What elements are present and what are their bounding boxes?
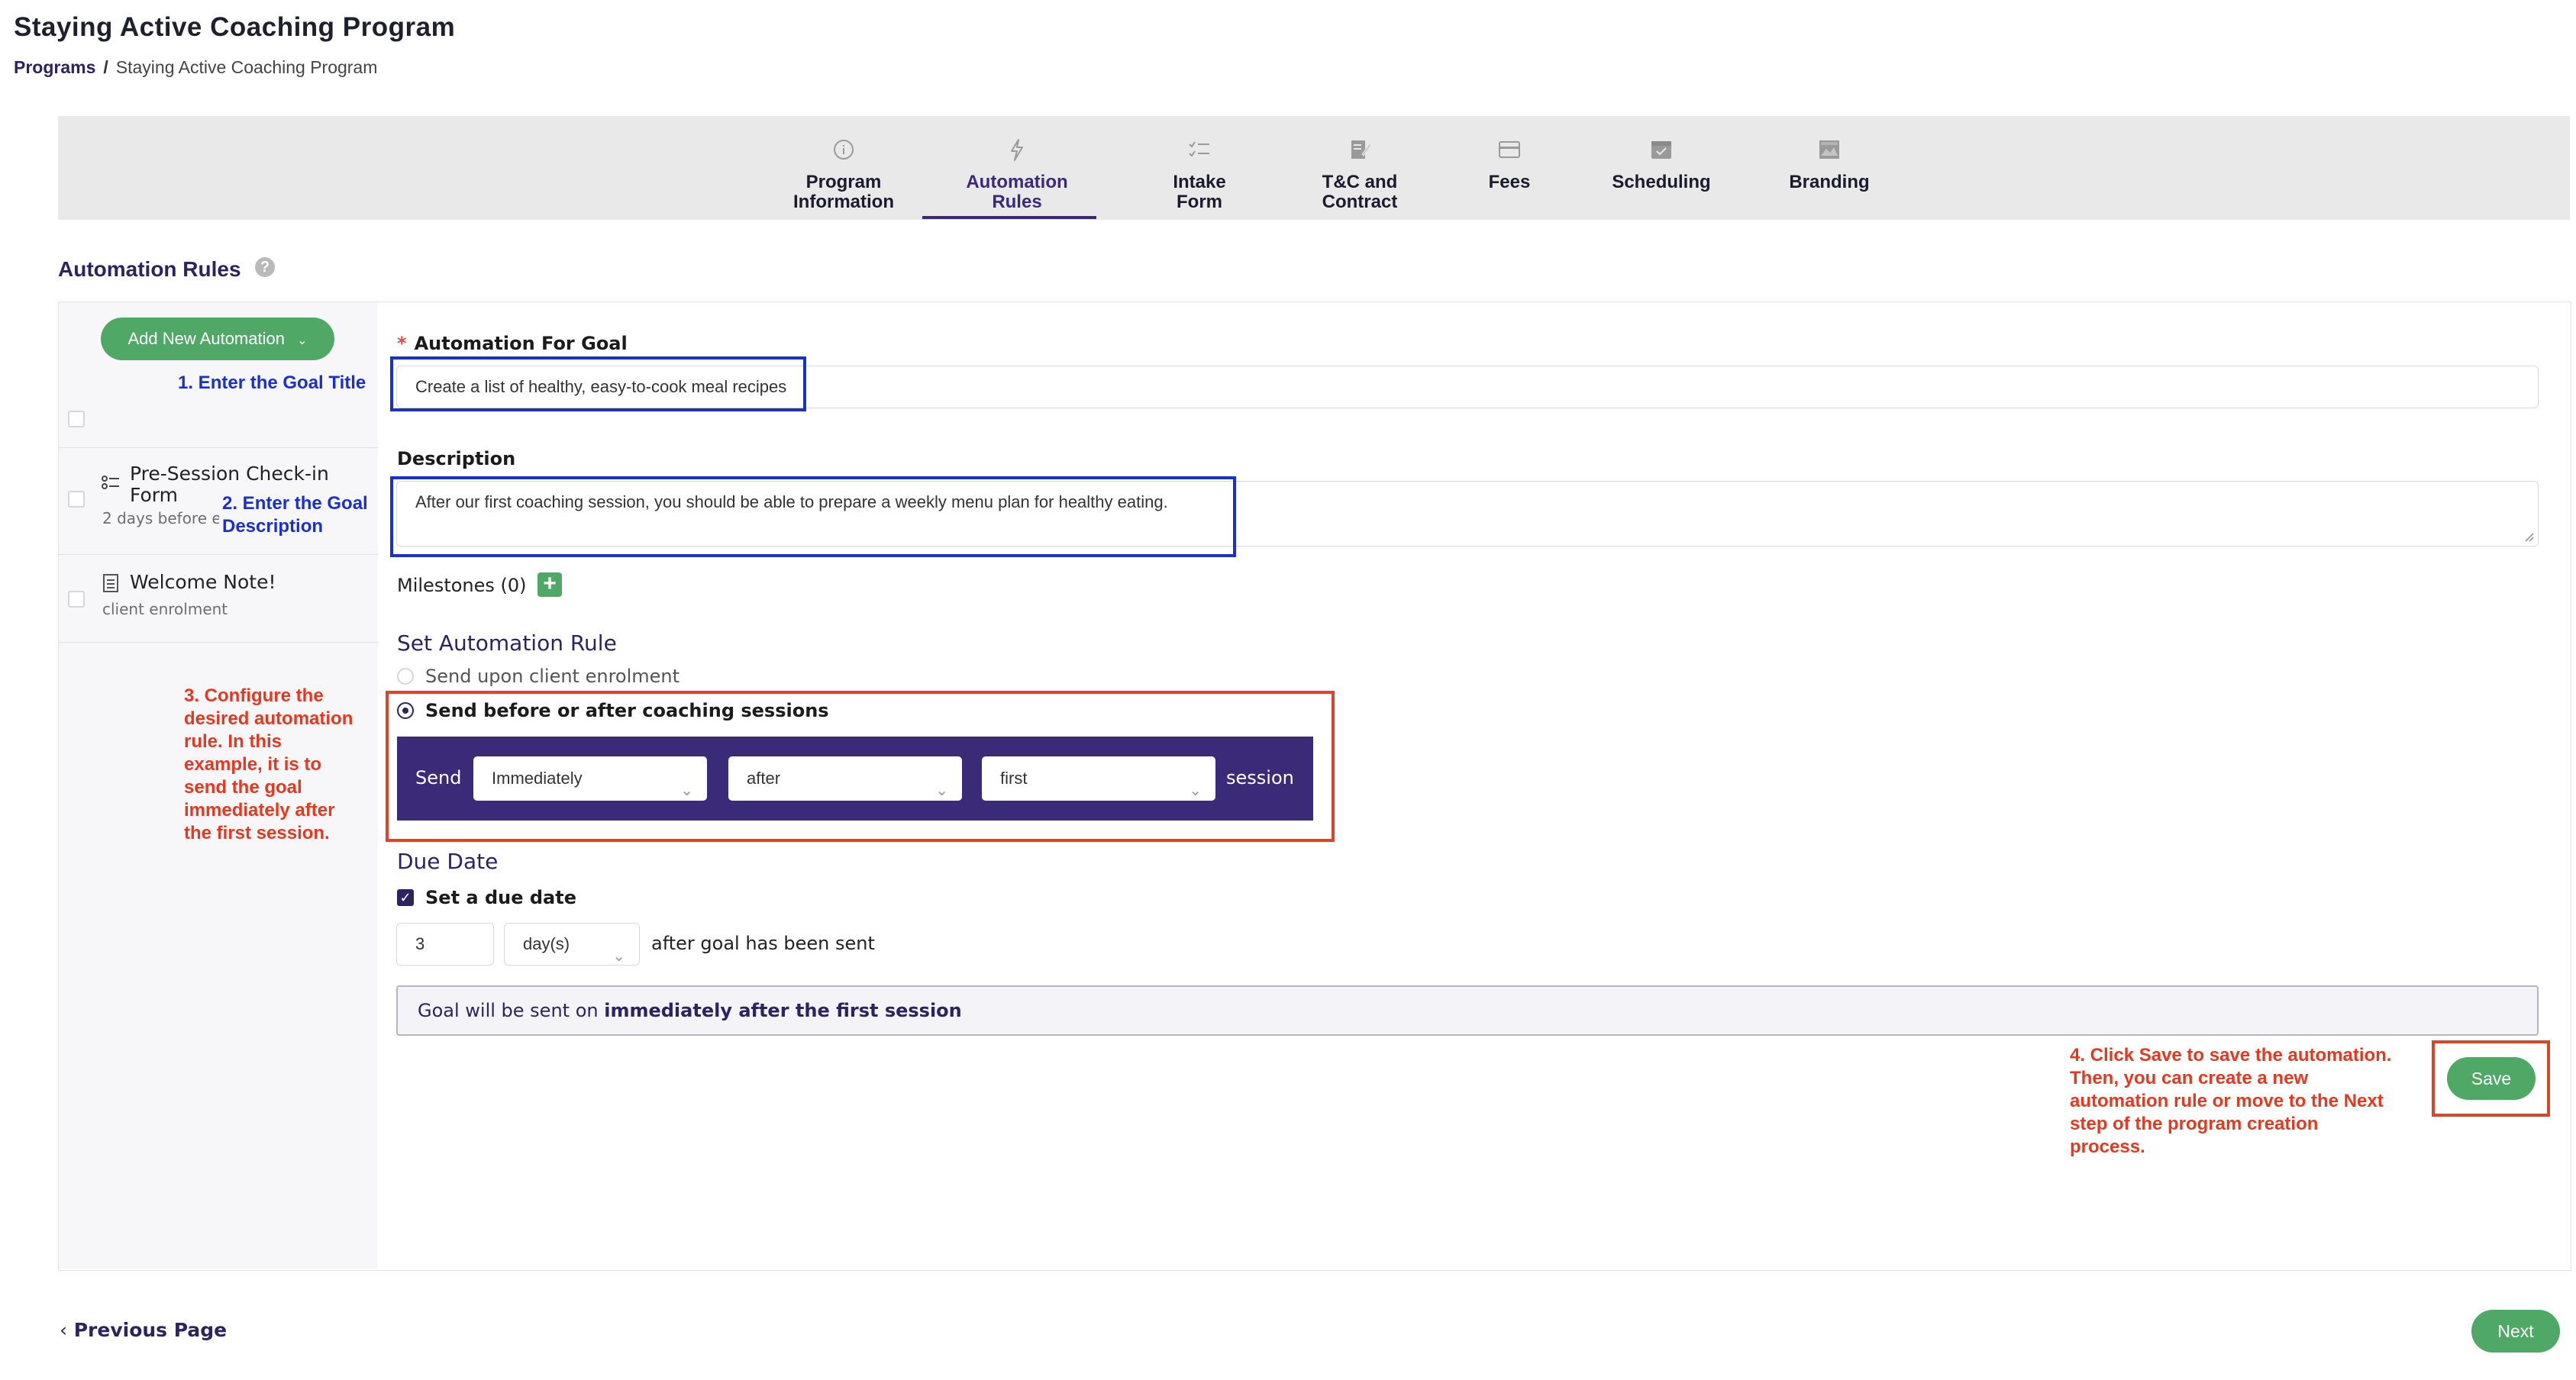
breadcrumb-separator: /	[103, 57, 108, 77]
tab-branding[interactable]: Branding	[1761, 137, 1898, 192]
previous-page-link[interactable]: ‹ Previous Page	[60, 1319, 227, 1341]
annotation-step-4-line: 4. Click Save to save the automation.	[2070, 1045, 2392, 1066]
section-title: Automation Rules	[58, 257, 241, 281]
card-icon	[1499, 141, 1520, 158]
sidebar-item-title: Pre-Session Check-in	[130, 463, 329, 485]
sidebar-item-checkbox[interactable]	[68, 491, 85, 508]
tab-fees[interactable]: Fees	[1464, 137, 1555, 192]
chevron-down-icon: ⌄	[612, 948, 625, 965]
annotation-step-3-line: the first session.	[184, 823, 330, 843]
image-icon	[1819, 140, 1839, 159]
annotation-step-2-line2: Description	[222, 516, 324, 537]
summary-prefix: Goal will be sent on	[418, 1000, 605, 1021]
tab-automation-rules[interactable]: Automation Rules	[922, 137, 1112, 212]
annotation-step-4-line: process.	[2070, 1137, 2145, 1157]
tab-label-line2: Contract	[1322, 192, 1398, 212]
tab-label-line1: Program	[805, 172, 882, 192]
tab-intake-form[interactable]: Intake Form	[1135, 137, 1264, 212]
sidebar-divider	[59, 642, 378, 643]
annotation-step-3-line: 3. Configure the	[184, 685, 324, 706]
tab-label-line1: T&C and	[1322, 172, 1398, 192]
sidebar-item-checkbox[interactable]	[68, 591, 85, 608]
add-milestone-button[interactable]: +	[537, 572, 562, 597]
tab-label-line1: Automation	[966, 172, 1068, 192]
lightning-icon	[1011, 139, 1023, 161]
note-icon	[103, 574, 118, 592]
resize-handle-icon[interactable]	[2522, 530, 2534, 542]
checklist-icon	[1189, 141, 1209, 157]
annotation-step-3-line: rule. In this	[184, 731, 282, 752]
help-icon[interactable]: ?	[255, 257, 275, 277]
annotation-step-4-line: Then, you can create a new	[2070, 1068, 2309, 1088]
breadcrumb-current: Staying Active Coaching Program	[115, 57, 378, 77]
summary-bold: immediately after the first session	[604, 1000, 962, 1021]
chevron-down-icon: ⌄	[297, 334, 308, 347]
tab-label-line2: Form	[1177, 192, 1222, 212]
annotation-step-2-line1: 2. Enter the Goal	[222, 493, 368, 514]
annotation-step-2: 2. Enter the Goal Description	[219, 492, 371, 538]
tab-label-line1: Branding	[1789, 172, 1870, 192]
previous-page-label: Previous Page	[73, 1319, 228, 1341]
annotation-step-3-line: send the goal	[184, 777, 302, 798]
set-due-date-label: Set a due date	[425, 887, 576, 908]
annotation-step-4-line: automation rule or move to the Next	[2070, 1091, 2384, 1111]
radio-label-enrolment: Send upon client enrolment	[425, 666, 680, 687]
annotation-box-goal	[390, 356, 806, 411]
due-suffix-text: after goal has been sent	[651, 933, 875, 954]
annotation-step-4-line: step of the program creation	[2070, 1114, 2319, 1134]
tab-label-line2: Information	[793, 192, 894, 212]
breadcrumb-programs-link[interactable]: Programs	[14, 57, 95, 77]
sidebar-divider	[59, 447, 378, 448]
sidebar-item-subtitle: 2 days before e	[102, 509, 221, 527]
add-new-automation-label: Add New Automation	[128, 329, 285, 348]
sidebar-divider	[59, 554, 378, 555]
set-due-date-checkbox[interactable]: ✓	[397, 889, 414, 906]
tab-label-line1: Intake	[1173, 172, 1226, 192]
goal-send-summary: Goal will be sent on immediately after t…	[396, 985, 2539, 1036]
annotation-step-3-line: example, it is to	[184, 754, 322, 775]
calendar-icon	[1651, 141, 1671, 159]
annotation-step-4: 4. Click Save to save the automation. Th…	[2070, 1044, 2391, 1159]
tab-tc-contract[interactable]: T&C and Contract	[1287, 137, 1432, 212]
tab-label-line2: Rules	[992, 192, 1042, 212]
tab-label-line1: Fees	[1488, 172, 1531, 192]
goal-label: * Automation For Goal	[397, 333, 628, 354]
annotation-step-3: 3. Configure the desired automation rule…	[184, 685, 353, 845]
tab-scheduling[interactable]: Scheduling	[1585, 137, 1738, 192]
annotation-step-3-line: immediately after	[184, 800, 335, 821]
sidebar-item-subtitle: client enrolment	[102, 600, 228, 618]
next-button[interactable]: Next	[2471, 1310, 2560, 1353]
annotation-step-1: 1. Enter the Goal Title	[178, 372, 366, 393]
milestones-label: Milestones (0)	[397, 575, 527, 596]
annotation-box-rule	[386, 691, 1335, 842]
annotation-box-save	[2432, 1040, 2550, 1117]
tab-program-information[interactable]: Program Information	[748, 137, 939, 212]
chevron-left-icon: ‹	[60, 1319, 67, 1341]
select-new-automation-checkbox[interactable]	[68, 411, 85, 427]
automation-rule-heading: Set Automation Rule	[397, 630, 617, 656]
add-new-automation-button[interactable]: Add New Automation ⌄	[101, 318, 334, 360]
due-amount-input[interactable]: 3	[396, 923, 494, 966]
goal-label-text: Automation For Goal	[414, 333, 628, 354]
form-list-icon	[102, 476, 119, 489]
due-unit-value: day(s)	[523, 934, 570, 953]
sidebar-item-welcome-note[interactable]: Welcome Note!	[130, 572, 276, 593]
step-navigation: Program Information Automation Rules Int…	[58, 116, 2570, 220]
document-edit-icon	[1351, 140, 1372, 159]
due-unit-select[interactable]: day(s) ⌄	[504, 923, 640, 966]
tab-label-line1: Scheduling	[1612, 172, 1711, 192]
active-tab-indicator	[922, 216, 1096, 219]
radio-send-upon-enrolment[interactable]	[397, 668, 414, 685]
page-title: Staying Active Coaching Program	[14, 12, 456, 42]
due-date-heading: Due Date	[397, 849, 499, 874]
description-label: Description	[397, 448, 516, 469]
required-marker: *	[397, 333, 407, 354]
info-circle-icon	[834, 140, 854, 160]
annotation-step-3-line: desired automation	[184, 708, 353, 729]
breadcrumb: Programs / Staying Active Coaching Program	[14, 57, 377, 78]
annotation-box-description	[390, 476, 1236, 557]
